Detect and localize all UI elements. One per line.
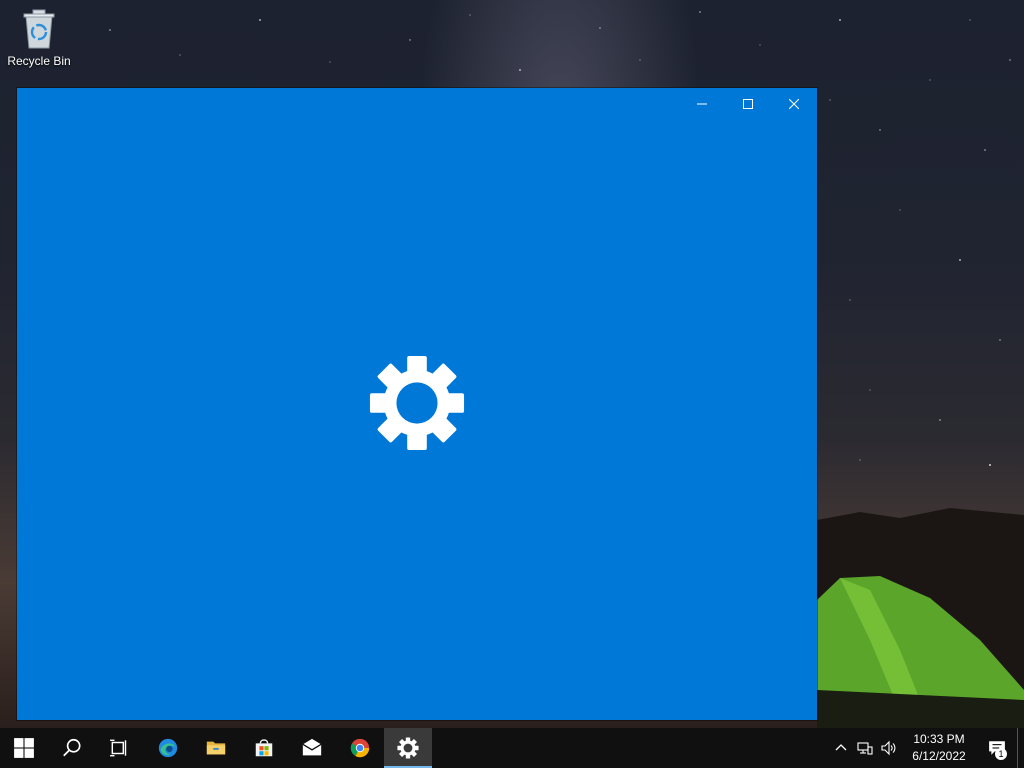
close-button[interactable]	[771, 88, 817, 120]
maximize-button[interactable]	[725, 88, 771, 120]
system-tray: 10:33 PM 6/12/2022 1	[829, 728, 1024, 768]
search-icon	[63, 738, 81, 757]
maximize-icon	[743, 99, 753, 109]
clock-date: 6/12/2022	[912, 749, 966, 763]
network-icon	[857, 742, 873, 755]
task-view-icon	[110, 739, 127, 757]
gear-icon	[397, 737, 419, 759]
store-button[interactable]	[240, 728, 288, 768]
task-view-button[interactable]	[96, 728, 144, 768]
minimize-button[interactable]	[679, 88, 725, 120]
search-button[interactable]	[48, 728, 96, 768]
settings-taskbar-button[interactable]	[384, 728, 432, 768]
show-desktop-button[interactable]	[1017, 728, 1024, 768]
chrome-icon	[350, 738, 370, 758]
store-icon	[255, 739, 273, 757]
mail-button[interactable]	[288, 728, 336, 768]
taskbar: 10:33 PM 6/12/2022 1	[0, 728, 1024, 768]
edge-icon	[158, 738, 178, 758]
show-hidden-icons-button[interactable]	[829, 728, 853, 768]
desktop-icon-label: Recycle Bin	[7, 54, 71, 68]
action-center-button[interactable]: 1	[977, 728, 1017, 768]
minimize-icon	[697, 103, 707, 105]
volume-button[interactable]	[877, 728, 901, 768]
recycle-bin-icon	[23, 9, 55, 49]
file-explorer-button[interactable]	[192, 728, 240, 768]
desktop-icon-recycle-bin[interactable]: Recycle Bin	[4, 6, 74, 76]
windows-logo-icon	[14, 738, 34, 758]
taskbar-clock[interactable]: 10:33 PM 6/12/2022	[901, 728, 977, 768]
settings-window[interactable]	[17, 88, 817, 720]
gear-icon	[369, 355, 465, 451]
close-icon	[789, 99, 799, 109]
start-button[interactable]	[0, 728, 48, 768]
window-title-controls	[679, 88, 817, 120]
clock-time: 10:33 PM	[913, 732, 965, 746]
network-button[interactable]	[853, 728, 877, 768]
volume-icon	[881, 740, 896, 756]
chevron-up-icon	[835, 744, 847, 751]
notification-count-badge: 1	[995, 748, 1007, 760]
chrome-button[interactable]	[336, 728, 384, 768]
folder-icon	[206, 741, 226, 755]
mail-icon	[302, 738, 322, 756]
edge-button[interactable]	[144, 728, 192, 768]
